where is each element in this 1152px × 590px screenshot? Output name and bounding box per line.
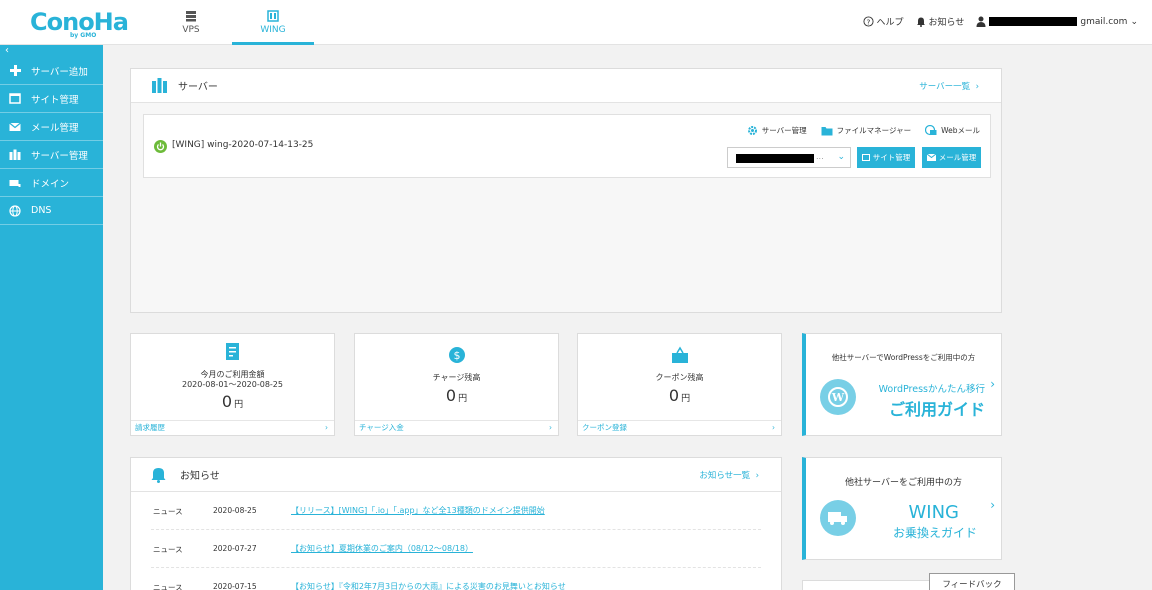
usage-period: 2020-08-01〜2020-08-25 [182,380,283,389]
server-panel: サーバー サーバー一覧 › [WING] wing-2020-07-14-13-… [130,68,1002,313]
chevron-right-icon: › [990,498,995,512]
charge-amount: 0円 [445,386,468,405]
sidebar-item-server[interactable]: サーバー管理 [0,141,103,169]
coupon-amount: 0円 [668,386,691,405]
invoice-icon [225,343,239,360]
billing-history-link[interactable]: 請求履歴 › [131,420,334,435]
conoha-logo[interactable]: ConoHa by GMO [30,8,129,39]
news-item: ニュース 2020-07-15 【お知らせ】『令和2年7月3日からの大雨』による… [151,568,761,590]
news-item: ニュース 2020-07-27 【お知らせ】夏期休業のご案内（08/12〜08/… [151,530,761,568]
top-right-menu: ? ヘルプ お知らせ gmail.com ⌄ [862,15,1138,28]
sidebar-item-site[interactable]: サイト管理 [0,85,103,113]
sidebar-item-domain[interactable]: ドメイン [0,169,103,197]
power-status-icon [154,140,167,153]
bell-icon [151,468,166,483]
webmail-icon [925,125,937,136]
server-panel-header: サーバー サーバー一覧 › [131,69,1001,103]
plus-icon [9,65,21,76]
sidebar: ‹ サーバー追加 サイト管理 メール管理 サーバー管理 ドメイン DNS [0,45,103,590]
news-panel-header: お知らせ お知らせ一覧 › [131,458,781,492]
mail-icon [926,154,936,161]
sidebar-item-dns[interactable]: DNS [0,197,103,225]
top-nav: VPS WING [150,0,314,45]
news-title-link[interactable]: 【お知らせ】夏期休業のご案内（08/12〜08/18） [291,543,473,554]
window-icon [9,93,21,104]
chevron-down-icon: ⌄ [1130,16,1138,27]
wordpress-icon: W [820,379,856,415]
news-panel: お知らせ お知らせ一覧 › ニュース 2020-08-25 【リリース】[WIN… [130,457,782,590]
news-title-link[interactable]: 【お知らせ】『令和2年7月3日からの大雨』による災害のお見舞いとお知らせ [291,581,566,590]
server-icon [152,78,167,93]
chevron-down-icon: ⌄ [837,152,845,162]
sidebar-item-mail[interactable]: メール管理 [0,113,103,141]
charge-label: チャージ残高 [432,373,481,382]
gear-icon [747,126,757,135]
coupon-label: クーポン残高 [655,373,704,382]
news-title-link[interactable]: 【リリース】[WING]「.io」「.app」など全13種類のドメイン提供開始 [291,505,545,516]
top-bar: ConoHa by GMO VPS WING ? ヘルプ お知らせ gmail.… [0,0,1152,45]
account-email-suffix: gmail.com [1080,16,1128,27]
svg-text:W: W [831,391,845,404]
truck-icon [820,500,856,536]
feedback-button[interactable]: フィードバック [929,573,1015,590]
coupon-register-link[interactable]: クーポン登録 › [578,420,781,435]
mail-manage-button[interactable]: メール管理 [922,147,981,168]
server-panel-title: サーバー [178,82,218,93]
account-email-redacted [989,17,1078,26]
mail-icon [9,122,21,131]
server-manage-link[interactable]: サーバー管理 [747,125,807,136]
domain-icon [9,179,21,187]
domain-select[interactable]: ... ⌄ [727,147,851,168]
usage-amount: 0円 [221,392,244,411]
news-list-link[interactable]: お知らせ一覧 › [699,469,759,481]
chevron-right-icon: › [990,377,995,391]
usage-card: 今月のご利用金額 2020-08-01〜2020-08-25 0円 請求履歴 › [130,333,335,436]
news-panel-title: お知らせ [180,471,220,482]
server-stack-icon [186,11,196,22]
folder-icon [821,126,833,135]
charge-card: $ チャージ残高 0円 チャージ入金 › [354,333,559,436]
svg-text:$: $ [453,349,460,362]
tab-wing-label: WING [260,25,286,35]
help-link[interactable]: ? ヘルプ [862,15,904,28]
site-manage-button[interactable]: サイト管理 [857,147,915,168]
server-row: [WING] wing-2020-07-14-13-25 サーバー管理 ファイル… [143,114,991,178]
server-tools: サーバー管理 ファイルマネージャー Webメール [747,125,980,136]
coupon-card: クーポン残高 0円 クーポン登録 › [577,333,782,436]
file-manager-link[interactable]: ファイルマネージャー [821,125,911,136]
bell-icon [916,17,925,27]
server-icon [9,149,21,160]
server-name: [WING] wing-2020-07-14-13-25 [172,140,314,150]
account-menu[interactable]: gmail.com ⌄ [976,16,1138,27]
tab-wing[interactable]: WING [232,0,314,45]
user-icon [976,16,986,27]
news-item: ニュース 2020-08-25 【リリース】[WING]「.io」「.app」な… [151,492,761,530]
svg-text:?: ? [866,17,870,26]
dollar-icon: $ [448,347,465,363]
help-icon: ? [862,16,874,27]
domain-redacted [736,154,814,163]
tab-vps-label: VPS [182,25,200,35]
wordpress-migration-banner[interactable]: 他社サーバーでWordPressをご利用中の方 W WordPressかんたん移… [802,333,1002,436]
window-icon [861,154,870,161]
charge-deposit-link[interactable]: チャージ入金 › [355,420,558,435]
sidebar-item-server-add[interactable]: サーバー追加 [0,57,103,85]
notice-link[interactable]: お知らせ [916,15,964,28]
sidebar-collapse-icon[interactable]: ‹ [0,45,103,57]
coupon-icon [671,346,688,363]
wing-transfer-banner[interactable]: 他社サーバーをご利用中の方 WING お乗換えガイド › [802,457,1002,560]
wing-icon [267,10,279,22]
globe-icon [9,204,21,217]
webmail-link[interactable]: Webメール [925,125,980,136]
server-list-link[interactable]: サーバー一覧 › [919,80,979,92]
tab-vps[interactable]: VPS [150,0,232,45]
